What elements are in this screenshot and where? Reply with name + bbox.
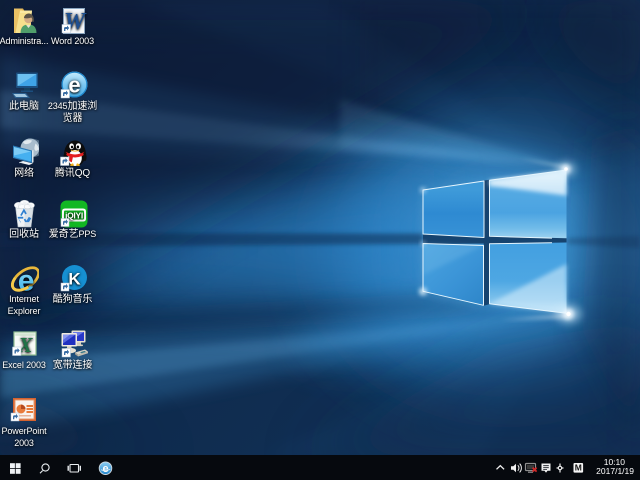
svg-text:e: e xyxy=(68,73,80,98)
svg-text:e: e xyxy=(102,463,108,475)
svg-text:K: K xyxy=(68,270,81,289)
